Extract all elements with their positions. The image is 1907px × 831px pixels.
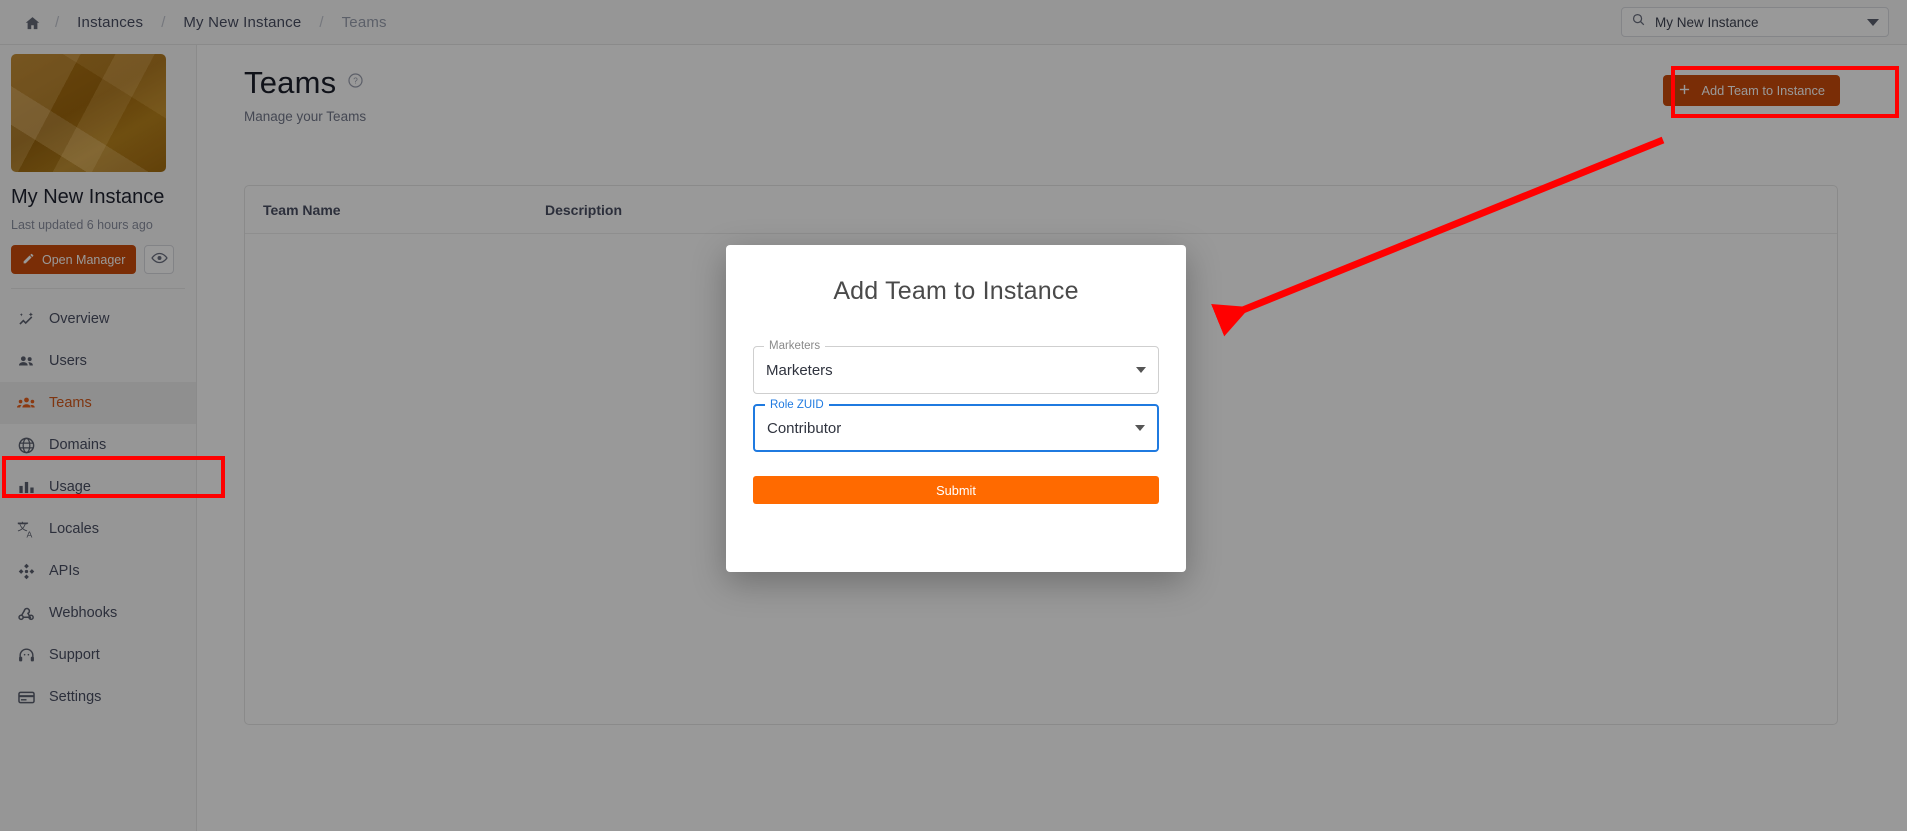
team-select-field[interactable]: Marketers Marketers: [753, 339, 1159, 394]
sidebar-item-webhooks[interactable]: Webhooks: [0, 592, 196, 634]
breadcrumb-item-instances[interactable]: Instances: [63, 10, 157, 35]
column-header-team-name[interactable]: Team Name: [245, 202, 545, 218]
team-select-value: Marketers: [766, 361, 833, 379]
help-circle-icon[interactable]: ?: [347, 72, 364, 94]
sidebar-item-teams[interactable]: Teams: [0, 382, 196, 424]
preview-button[interactable]: [144, 245, 175, 274]
role-zuid-value: Contributor: [767, 419, 842, 437]
add-team-to-instance-button[interactable]: Add Team to Instance: [1663, 75, 1840, 106]
sidebar-item-label: Webhooks: [49, 605, 118, 621]
breadcrumb-item-my-new-instance[interactable]: My New Instance: [169, 10, 315, 35]
users-icon: [16, 352, 36, 371]
apis-icon: [16, 562, 36, 581]
chevron-down-icon[interactable]: [1135, 425, 1145, 431]
sidebar-item-label: Locales: [49, 521, 99, 537]
eye-icon: [151, 252, 168, 267]
breadcrumb-separator: /: [55, 13, 60, 31]
modal-title: Add Team to Instance: [833, 277, 1079, 305]
sidebar-instance-title: My New Instance: [11, 186, 165, 208]
breadcrumb-separator: /: [161, 13, 166, 31]
sidebar-item-label: Support: [49, 647, 100, 663]
role-zuid-legend: Role ZUID: [765, 398, 829, 412]
sidebar-item-label: Users: [49, 353, 87, 369]
modal-fields: Marketers Marketers Role ZUID Contributo…: [726, 306, 1186, 452]
chevron-down-icon[interactable]: [1867, 13, 1879, 31]
search-input[interactable]: My New Instance: [1655, 15, 1867, 30]
sidebar-nav: Overview Users Teams Domains Usage 文 A L…: [0, 298, 196, 718]
breadcrumb-separator: /: [319, 13, 324, 31]
sidebar-divider: [11, 288, 185, 289]
sidebar-item-settings[interactable]: Settings: [0, 676, 196, 718]
plus-icon: [1678, 83, 1691, 99]
sidebar-item-label: Domains: [49, 437, 107, 453]
breadcrumb: / Instances / My New Instance / Teams: [0, 10, 401, 35]
open-manager-label: Open Manager: [42, 252, 126, 267]
home-icon[interactable]: [18, 13, 51, 32]
webhook-icon: [16, 604, 36, 623]
search-icon: [1631, 12, 1646, 32]
teams-icon: [16, 394, 36, 413]
manager-actions: Open Manager: [11, 245, 185, 274]
sidebar-item-domains[interactable]: Domains: [0, 424, 196, 466]
sidebar-item-label: APIs: [49, 563, 80, 579]
instance-search-box[interactable]: My New Instance: [1621, 7, 1889, 37]
add-team-modal: Add Team to Instance Marketers Marketers…: [726, 245, 1186, 572]
add-team-button-label: Add Team to Instance: [1701, 83, 1825, 98]
sidebar-item-overview[interactable]: Overview: [0, 298, 196, 340]
page-header: Teams ?: [197, 45, 1907, 101]
open-manager-button[interactable]: Open Manager: [11, 245, 137, 274]
app-root: / Instances / My New Instance / Teams My…: [0, 0, 1907, 831]
table-header-row: Team Name Description: [245, 186, 1837, 234]
page-subtitle: Manage your Teams: [244, 109, 367, 124]
sidebar-item-label: Overview: [49, 311, 110, 327]
svg-text:?: ?: [354, 77, 359, 86]
sidebar-item-label: Usage: [49, 479, 91, 495]
sidebar-item-apis[interactable]: APIs: [0, 550, 196, 592]
globe-icon: [16, 436, 36, 455]
sidebar-item-locales[interactable]: 文A Locales: [0, 508, 196, 550]
column-header-description[interactable]: Description: [545, 202, 622, 218]
submit-button[interactable]: Submit: [753, 476, 1159, 504]
card-icon: [16, 688, 36, 707]
sidebar-last-updated: Last updated 6 hours ago: [11, 218, 153, 232]
breadcrumb-item-teams: Teams: [341, 13, 387, 31]
headset-icon: [16, 646, 36, 665]
team-select-legend: Marketers: [764, 339, 826, 353]
overview-chart-icon: [16, 310, 36, 329]
sidebar-item-label: Teams: [49, 395, 92, 411]
role-zuid-select-field[interactable]: Role ZUID Contributor: [753, 398, 1159, 452]
sidebar-item-usage[interactable]: Usage: [0, 466, 196, 508]
bar-chart-icon: [16, 478, 36, 497]
page-title: Teams: [244, 65, 337, 100]
sidebar-item-label: Settings: [49, 689, 102, 705]
pencil-icon: [22, 252, 35, 268]
sidebar: My New Instance Last updated 6 hours ago…: [0, 45, 197, 831]
top-bar: / Instances / My New Instance / Teams My…: [0, 0, 1907, 45]
translate-icon: 文A: [16, 520, 36, 539]
svg-text:A: A: [26, 529, 32, 539]
sidebar-item-users[interactable]: Users: [0, 340, 196, 382]
chevron-down-icon[interactable]: [1136, 367, 1146, 373]
instance-thumbnail[interactable]: [11, 54, 166, 172]
sidebar-item-support[interactable]: Support: [0, 634, 196, 676]
